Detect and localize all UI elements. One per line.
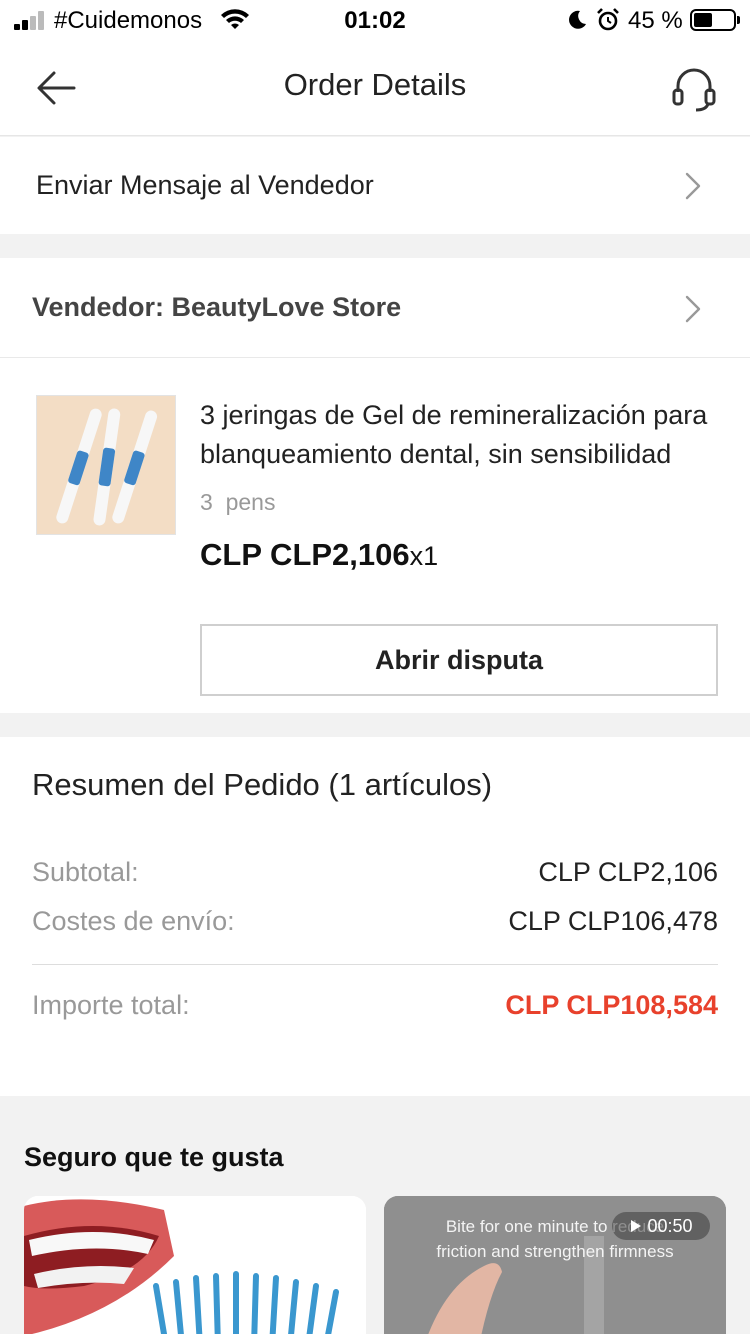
subtotal-row: Subtotal: CLP CLP2,106 — [32, 857, 718, 893]
total-value: CLP CLP108,584 — [505, 990, 718, 1020]
seller-row[interactable]: Vendedor: BeautyLove Store — [0, 258, 750, 358]
recommendations-title: Seguro que te gusta — [24, 1142, 284, 1172]
message-seller-row[interactable]: Enviar Mensaje al Vendedor — [0, 137, 750, 234]
message-seller-label: Enviar Mensaje al Vendedor — [36, 170, 374, 200]
order-summary: Resumen del Pedido (1 artículos) Subtota… — [0, 737, 750, 1096]
summary-title: Resumen del Pedido (1 artículos) — [32, 767, 493, 802]
page-title: Order Details — [283, 67, 467, 102]
nav-bar: Order Details — [0, 40, 750, 136]
total-label: Importe total: — [32, 990, 190, 1020]
product-image — [24, 1196, 366, 1334]
battery-icon — [690, 9, 740, 31]
recommendation-card[interactable]: Bite for one minute to reduce friction a… — [384, 1196, 726, 1334]
product-quantity: x1 — [409, 541, 439, 571]
total-row: Importe total: CLP CLP108,584 — [32, 990, 718, 1026]
product-variant: 3 pens — [200, 489, 276, 515]
shipping-value: CLP CLP106,478 — [508, 906, 718, 936]
alarm-icon — [597, 8, 619, 31]
recommendation-card[interactable] — [24, 1196, 366, 1334]
seller-name: Vendedor: BeautyLove Store — [32, 292, 402, 322]
subtotal-value: CLP CLP2,106 — [538, 857, 718, 887]
chevron-right-icon — [685, 295, 701, 323]
seller-order-card: Vendedor: BeautyLove Store 3 jeringas de… — [0, 258, 750, 713]
caption-line: friction and strengthen firmness — [436, 1242, 674, 1261]
chevron-right-icon — [685, 172, 701, 200]
headset-icon[interactable] — [668, 62, 720, 114]
product-image[interactable] — [36, 395, 176, 535]
moon-icon — [569, 10, 586, 29]
summary-divider — [32, 964, 718, 965]
product-price-value: CLP CLP2,106 — [200, 537, 410, 572]
recommendations-section: Seguro que te gusta Bite for one minute … — [0, 1096, 750, 1334]
video-duration: 00:50 — [647, 1215, 693, 1236]
product-price: CLP CLP2,106x1 — [200, 537, 438, 573]
play-icon — [631, 1220, 642, 1232]
shipping-row: Costes de envío: CLP CLP106,478 — [32, 906, 718, 942]
status-bar: #Cuidemonos 01:02 45 % — [0, 0, 750, 40]
shipping-label: Costes de envío: — [32, 906, 235, 936]
open-dispute-button[interactable]: Abrir disputa — [200, 624, 718, 696]
video-duration-badge: 00:50 — [612, 1212, 710, 1240]
battery-percent: 45 % — [628, 7, 683, 34]
product-title[interactable]: 3 jeringas de Gel de remineralización pa… — [200, 396, 720, 474]
subtotal-label: Subtotal: — [32, 857, 139, 887]
